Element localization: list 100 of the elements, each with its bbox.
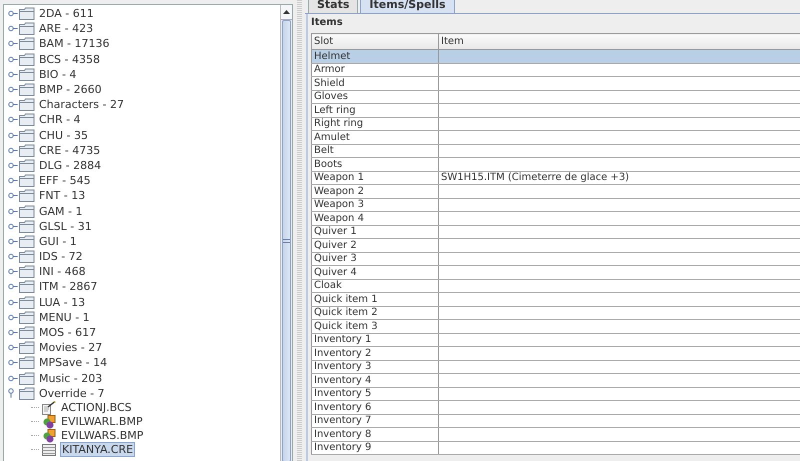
tree-handle-icon[interactable] bbox=[8, 238, 18, 245]
tree-item[interactable]: KITANYA.CRE bbox=[60, 442, 136, 458]
slot-cell[interactable]: Left ring bbox=[312, 104, 438, 117]
item-cell[interactable]: SW1H15.ITM (Cimeterre de glace +3) bbox=[438, 171, 800, 184]
tree-handle-icon[interactable] bbox=[8, 298, 18, 306]
tree-item[interactable]: MPSave - 14 bbox=[38, 356, 108, 370]
tree-item[interactable]: Music - 203 bbox=[38, 372, 104, 385]
tree-handle-icon[interactable] bbox=[8, 374, 18, 382]
tree-item[interactable]: CHR - 4 bbox=[38, 113, 82, 126]
folder-icon bbox=[19, 386, 35, 400]
folder-icon bbox=[19, 7, 35, 20]
tree-handle-icon[interactable] bbox=[8, 86, 18, 94]
tree-handle-icon[interactable] bbox=[8, 132, 18, 139]
scrollbar-thumb[interactable] bbox=[282, 20, 291, 461]
slot-cell[interactable]: Weapon 2 bbox=[312, 184, 438, 198]
slot-cell[interactable]: Quick item 1 bbox=[312, 292, 438, 306]
tree-handle-icon[interactable] bbox=[8, 25, 18, 32]
tree-item[interactable]: 2DA - 611 bbox=[38, 7, 95, 20]
slot-cell[interactable]: Inventory 3 bbox=[312, 360, 438, 374]
tree-handle-icon[interactable] bbox=[8, 101, 18, 108]
tree-item[interactable]: MENU - 1 bbox=[38, 310, 91, 324]
tree-handle-icon[interactable] bbox=[8, 162, 18, 169]
tab[interactable]: Items/Spells bbox=[360, 0, 455, 13]
tree-item[interactable]: IDS - 72 bbox=[38, 250, 84, 264]
slot-cell[interactable]: Cloak bbox=[312, 279, 438, 292]
slot-cell[interactable]: Quiver 3 bbox=[312, 252, 438, 266]
tree-item[interactable]: LUA - 13 bbox=[38, 296, 86, 309]
tree-item[interactable]: CRE - 4735 bbox=[38, 144, 102, 157]
slot-cell[interactable]: Helmet bbox=[312, 50, 438, 63]
tree-item[interactable]: GAM - 1 bbox=[38, 204, 84, 218]
tree-item[interactable]: ARE - 423 bbox=[38, 22, 94, 36]
tree-item[interactable]: Override - 7 bbox=[38, 386, 106, 400]
tree-handle-icon[interactable] bbox=[8, 222, 18, 230]
tree-handle-icon[interactable] bbox=[8, 192, 18, 200]
tree-item[interactable]: MOS - 617 bbox=[38, 326, 98, 340]
tree-handle-icon[interactable] bbox=[8, 283, 18, 290]
slot-cell[interactable]: Boots bbox=[312, 158, 438, 171]
folder-icon bbox=[19, 52, 35, 66]
tab[interactable]: Stats bbox=[308, 0, 358, 13]
slot-cell[interactable]: Gloves bbox=[312, 90, 438, 104]
tree-item[interactable]: CHU - 35 bbox=[38, 128, 89, 142]
tree-item[interactable]: FNT - 13 bbox=[38, 189, 86, 202]
tree-handle-icon[interactable] bbox=[8, 56, 18, 63]
tree-item[interactable]: INI - 468 bbox=[38, 265, 87, 278]
folder-icon bbox=[19, 128, 35, 142]
tree-handle-icon[interactable] bbox=[8, 70, 18, 78]
tree-handle-icon[interactable] bbox=[8, 116, 18, 124]
tree-item[interactable]: ITM - 2867 bbox=[38, 280, 98, 294]
tree-item[interactable]: EVILWARS.BMP bbox=[60, 429, 144, 442]
slot-cell[interactable]: Right ring bbox=[312, 117, 438, 130]
slot-cell[interactable]: Inventory 4 bbox=[312, 374, 438, 387]
tree-handle-icon[interactable] bbox=[8, 253, 18, 260]
slot-cell[interactable]: Inventory 5 bbox=[312, 387, 438, 400]
up-arrow-icon[interactable] bbox=[283, 10, 290, 14]
slot-cell[interactable]: Belt bbox=[312, 144, 438, 158]
tree-handle-icon[interactable] bbox=[8, 359, 18, 366]
tree-handle-icon[interactable] bbox=[8, 146, 18, 154]
slot-cell[interactable]: Weapon 3 bbox=[312, 198, 438, 212]
slot-cell[interactable]: Inventory 7 bbox=[312, 414, 438, 428]
tree-item[interactable]: BAM - 17136 bbox=[38, 37, 111, 50]
slot-cell[interactable]: Inventory 2 bbox=[312, 346, 438, 360]
tree-handle-icon[interactable] bbox=[8, 344, 18, 352]
tree-item[interactable]: BMP - 2660 bbox=[38, 83, 103, 96]
tree-item[interactable]: ACTIONJ.BCS bbox=[60, 401, 133, 414]
slot-cell[interactable]: Inventory 9 bbox=[312, 441, 438, 454]
tree-item[interactable]: GLSL - 31 bbox=[38, 220, 93, 233]
column-header[interactable]: Slot bbox=[312, 34, 438, 50]
folder-icon bbox=[19, 144, 35, 157]
tree-handle-icon[interactable] bbox=[8, 40, 18, 48]
slot-cell[interactable]: Quiver 2 bbox=[312, 238, 438, 252]
slot-cell[interactable]: Armor bbox=[312, 63, 438, 76]
column-header[interactable]: Item bbox=[438, 34, 800, 50]
slot-cell[interactable]: Weapon 4 bbox=[312, 212, 438, 225]
tree-item[interactable]: BIO - 4 bbox=[38, 68, 78, 81]
tree-item[interactable]: Characters - 27 bbox=[38, 98, 125, 112]
slot-cell[interactable]: Quick item 2 bbox=[312, 306, 438, 320]
folder-icon bbox=[19, 280, 35, 294]
slot-cell[interactable]: Weapon 1 bbox=[312, 171, 438, 184]
tree-item[interactable]: BCS - 4358 bbox=[38, 52, 101, 66]
slot-cell[interactable]: Amulet bbox=[312, 130, 438, 144]
slot-cell[interactable]: Inventory 6 bbox=[312, 400, 438, 414]
tree-item[interactable]: Movies - 27 bbox=[38, 341, 104, 354]
scrollbar[interactable] bbox=[280, 5, 292, 461]
tree-item[interactable]: EFF - 545 bbox=[38, 174, 92, 188]
slot-cell[interactable]: Quiver 4 bbox=[312, 266, 438, 279]
slot-cell[interactable]: Quiver 1 bbox=[312, 225, 438, 238]
tree-handle-icon[interactable] bbox=[8, 208, 18, 215]
slot-cell[interactable]: Inventory 8 bbox=[312, 428, 438, 441]
tree-item[interactable]: DLG - 2884 bbox=[38, 158, 102, 172]
tree-handle-icon[interactable] bbox=[8, 10, 18, 18]
tree-handle-icon[interactable] bbox=[8, 177, 18, 184]
tree-handle-icon[interactable] bbox=[8, 268, 18, 276]
tree-item[interactable]: EVILWARL.BMP bbox=[60, 415, 144, 428]
slot-cell[interactable]: Inventory 1 bbox=[312, 333, 438, 346]
slot-cell[interactable]: Shield bbox=[312, 76, 438, 90]
slot-cell[interactable]: Quick item 3 bbox=[312, 320, 438, 333]
tree-handle-icon[interactable] bbox=[8, 329, 18, 336]
tree-handle-icon[interactable] bbox=[8, 314, 18, 321]
folder-icon bbox=[19, 113, 35, 126]
tree-item[interactable]: GUI - 1 bbox=[38, 234, 78, 248]
